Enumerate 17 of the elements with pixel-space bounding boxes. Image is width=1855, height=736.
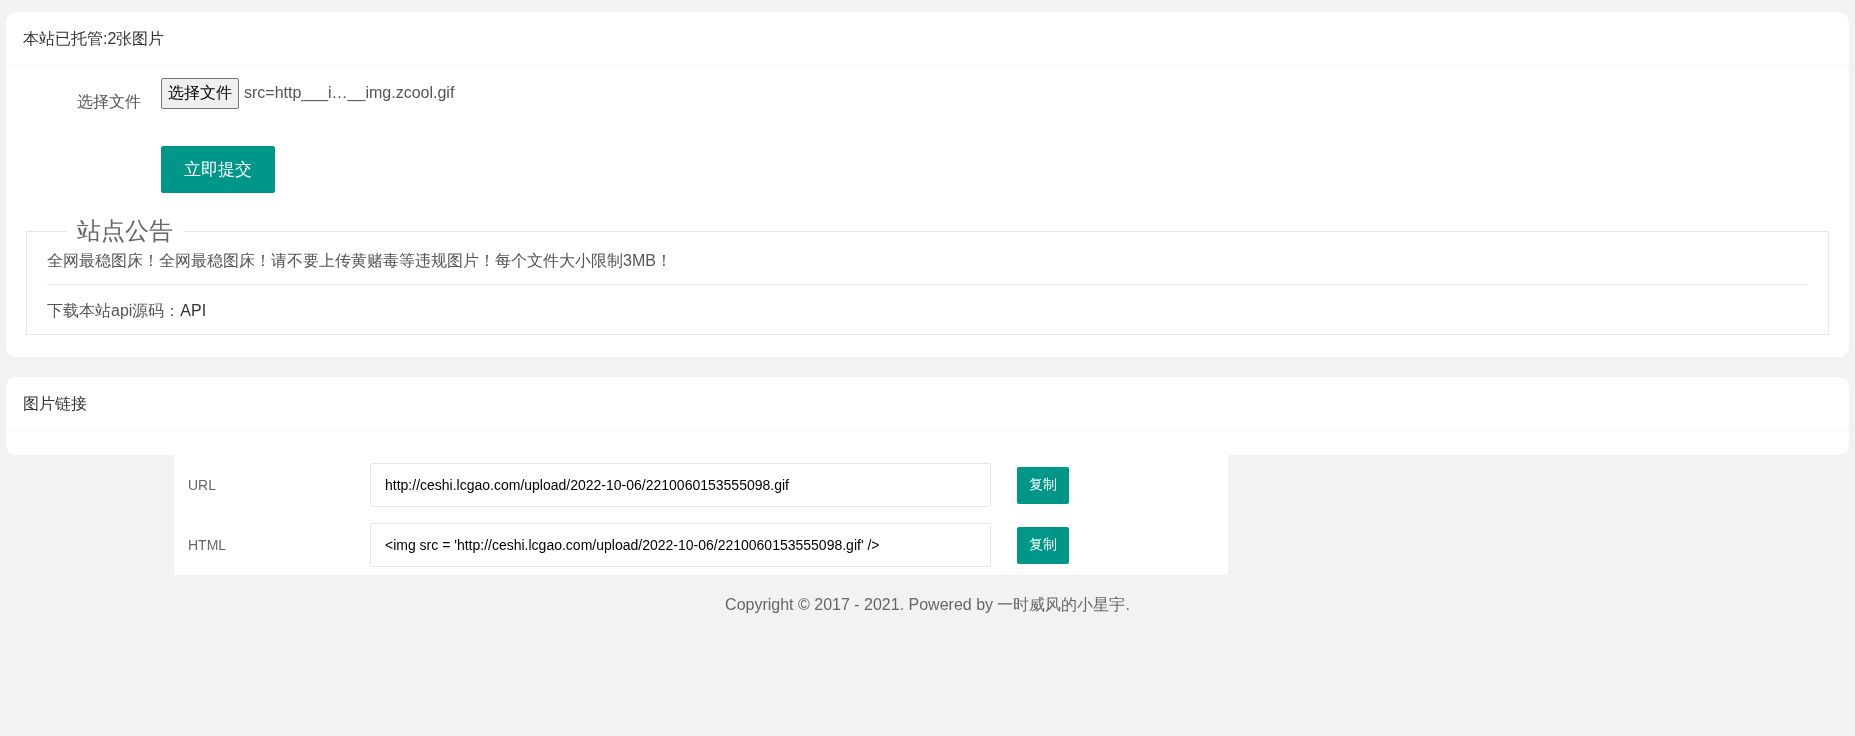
footer-text: Copyright © 2017 - 2021. Powered by 一时威风的小星宇. xyxy=(724,595,1131,615)
notice-title: 站点公告 xyxy=(76,216,174,246)
file-label: 选择文件 xyxy=(76,92,142,112)
api-link[interactable]: API xyxy=(180,302,207,319)
copy-button[interactable]: 复制 xyxy=(1017,466,1069,504)
file-name: src=http___i…__img.zcool.gif xyxy=(244,84,455,102)
card-title: 本站已托管:2张图片 xyxy=(6,12,1849,66)
copy-button[interactable]: 复制 xyxy=(1017,526,1069,564)
link-label: HTML xyxy=(187,537,228,553)
link-field[interactable]: http://ceshi.lcgao.com/upload/2022-10-06/2210060153555098.gif xyxy=(370,463,991,507)
api-text: 下载本站api源码： xyxy=(47,302,181,319)
submit-button[interactable]: 立即提交 xyxy=(161,146,275,193)
link-field[interactable]: <img src = 'http://ceshi.lcgao.com/upload/2022-10-06/2210060153555098.gif' /> xyxy=(370,523,991,567)
card-title: 图片链接 xyxy=(6,377,1849,431)
notice-message: 全网最稳图床！全网最稳图床！请不要上传黄赌毒等违规图片！每个文件大小限制3MB！ xyxy=(47,251,673,271)
link-label: URL xyxy=(187,477,217,493)
choose-file-button[interactable]: 选择文件 xyxy=(161,78,239,109)
